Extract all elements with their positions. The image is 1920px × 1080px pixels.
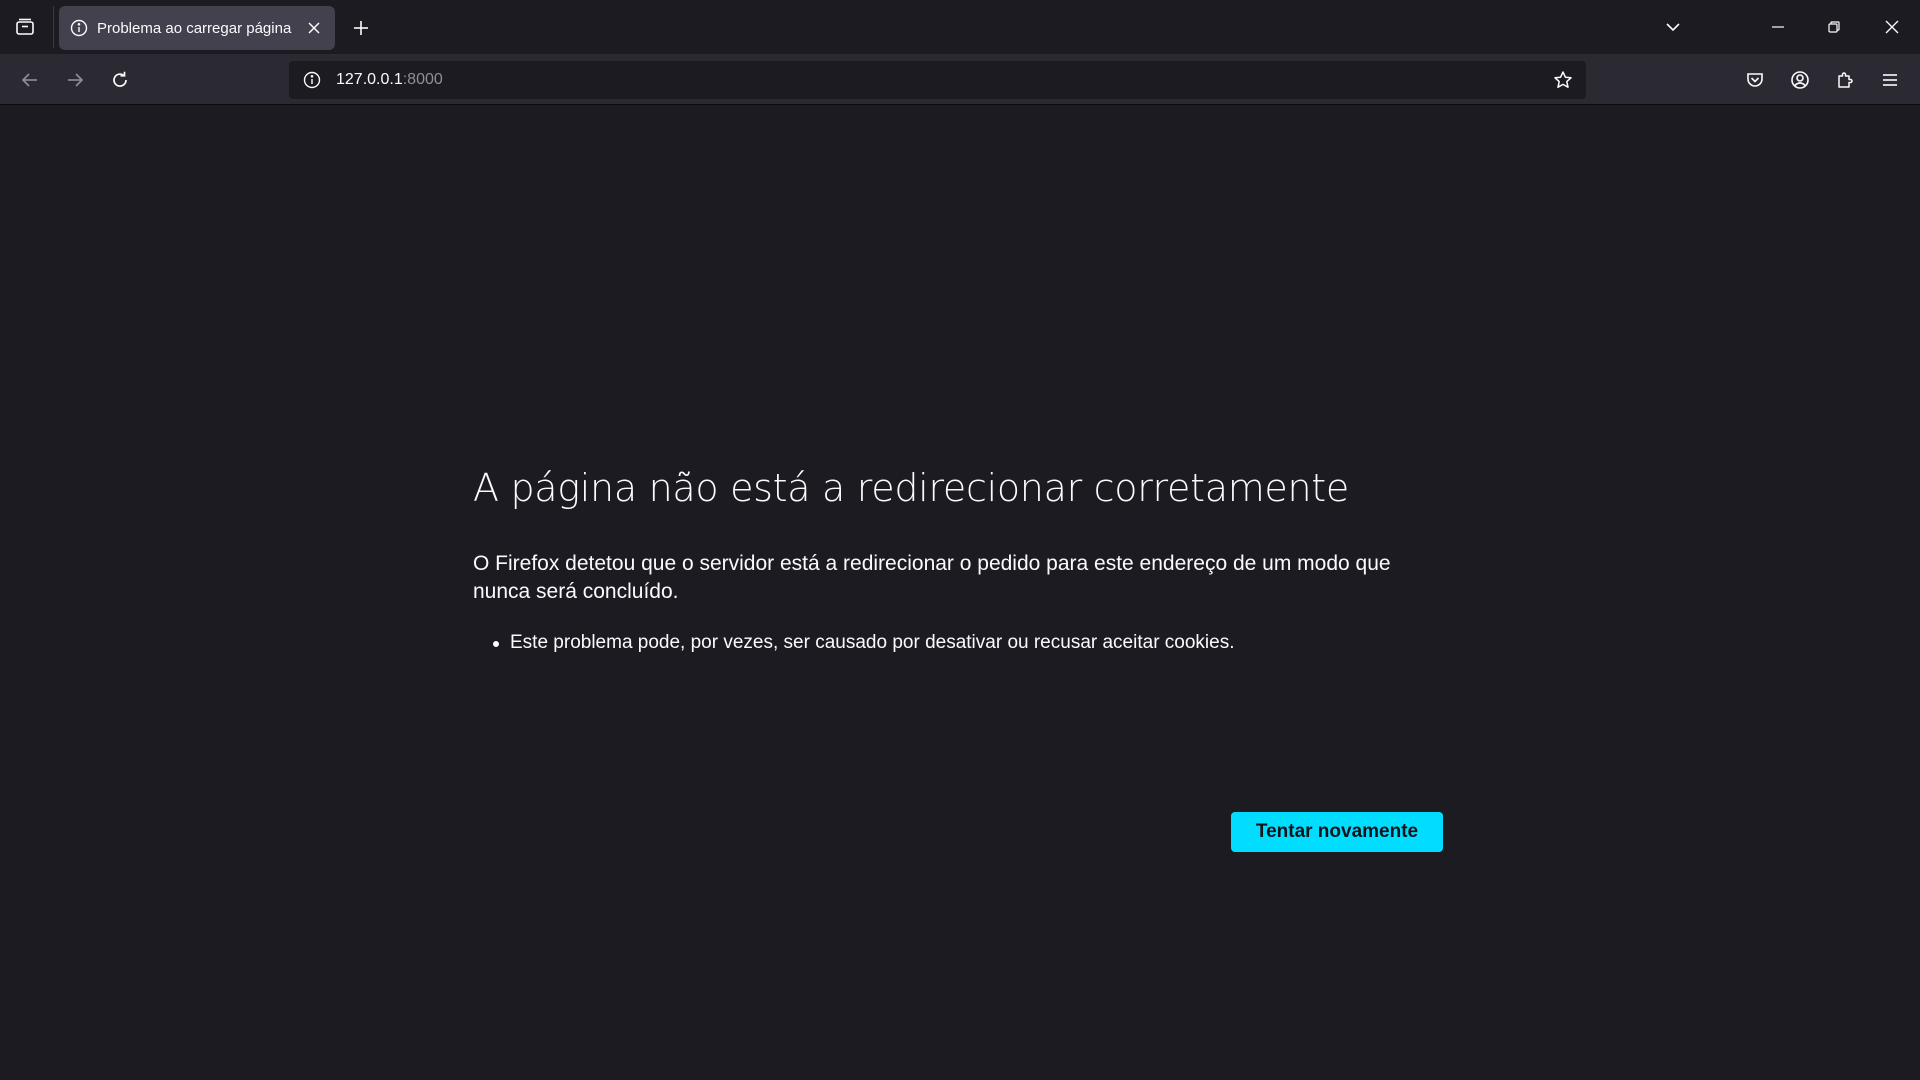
puzzle-icon bbox=[1835, 70, 1855, 90]
tab-close-button[interactable] bbox=[301, 15, 327, 41]
account-icon bbox=[1790, 70, 1810, 90]
error-title: A página não está a redirecionar correta… bbox=[473, 466, 1349, 510]
info-icon bbox=[70, 19, 88, 37]
info-icon bbox=[303, 71, 321, 89]
url-text[interactable]: 127.0.0.1:8000 bbox=[336, 71, 443, 89]
plus-icon bbox=[352, 19, 370, 37]
navigation-toolbar: 127.0.0.1:8000 bbox=[0, 54, 1920, 105]
forward-button[interactable] bbox=[57, 62, 93, 98]
close-icon bbox=[308, 22, 320, 34]
list-all-tabs-button[interactable] bbox=[1655, 9, 1691, 45]
tab-active[interactable]: Problema ao carregar página bbox=[59, 6, 335, 50]
url-host: 127.0.0.1 bbox=[336, 71, 403, 88]
pocket-button[interactable] bbox=[1737, 62, 1773, 98]
tab-title: Problema ao carregar página bbox=[97, 19, 292, 37]
arrow-left-icon bbox=[20, 70, 40, 90]
try-again-button[interactable]: Tentar novamente bbox=[1231, 812, 1443, 852]
url-bar[interactable]: 127.0.0.1:8000 bbox=[289, 61, 1586, 99]
new-tab-button[interactable] bbox=[343, 10, 379, 46]
minimize-icon bbox=[1771, 20, 1785, 34]
star-icon bbox=[1554, 71, 1572, 88]
minimize-button[interactable] bbox=[1750, 0, 1806, 54]
bullet-icon bbox=[493, 641, 499, 647]
account-button[interactable] bbox=[1782, 62, 1818, 98]
restore-icon bbox=[1827, 20, 1841, 34]
hamburger-icon bbox=[1881, 71, 1899, 89]
error-description: O Firefox detetou que o servidor está a … bbox=[473, 552, 1391, 603]
back-button[interactable] bbox=[12, 62, 48, 98]
url-port: :8000 bbox=[402, 71, 443, 88]
window-close-button[interactable] bbox=[1864, 0, 1920, 54]
page-content: A página não está a redirecionar correta… bbox=[0, 106, 1920, 1080]
tab-list-button[interactable] bbox=[6, 10, 44, 44]
error-hint-text: Este problema pode, por vezes, ser causa… bbox=[510, 632, 1235, 653]
reload-button[interactable] bbox=[102, 62, 138, 98]
chevron-down-icon bbox=[1664, 18, 1682, 36]
extensions-button[interactable] bbox=[1827, 62, 1863, 98]
bookmark-button[interactable] bbox=[1548, 65, 1578, 95]
restore-button[interactable] bbox=[1806, 0, 1862, 54]
tab-list-icon bbox=[14, 16, 36, 38]
tab-strip-divider bbox=[53, 6, 54, 48]
site-info-button[interactable] bbox=[297, 65, 327, 95]
error-hints-list: Este problema pode, por vezes, ser causa… bbox=[473, 630, 1443, 656]
arrow-right-icon bbox=[65, 70, 85, 90]
pocket-icon bbox=[1745, 70, 1765, 90]
reload-icon bbox=[110, 70, 130, 90]
tab-strip: Problema ao carregar página bbox=[0, 0, 1920, 54]
error-container: A página não está a redirecionar correta… bbox=[473, 464, 1443, 852]
close-icon bbox=[1885, 20, 1899, 34]
app-menu-button[interactable] bbox=[1872, 62, 1908, 98]
error-hint-item: Este problema pode, por vezes, ser causa… bbox=[493, 630, 1443, 656]
